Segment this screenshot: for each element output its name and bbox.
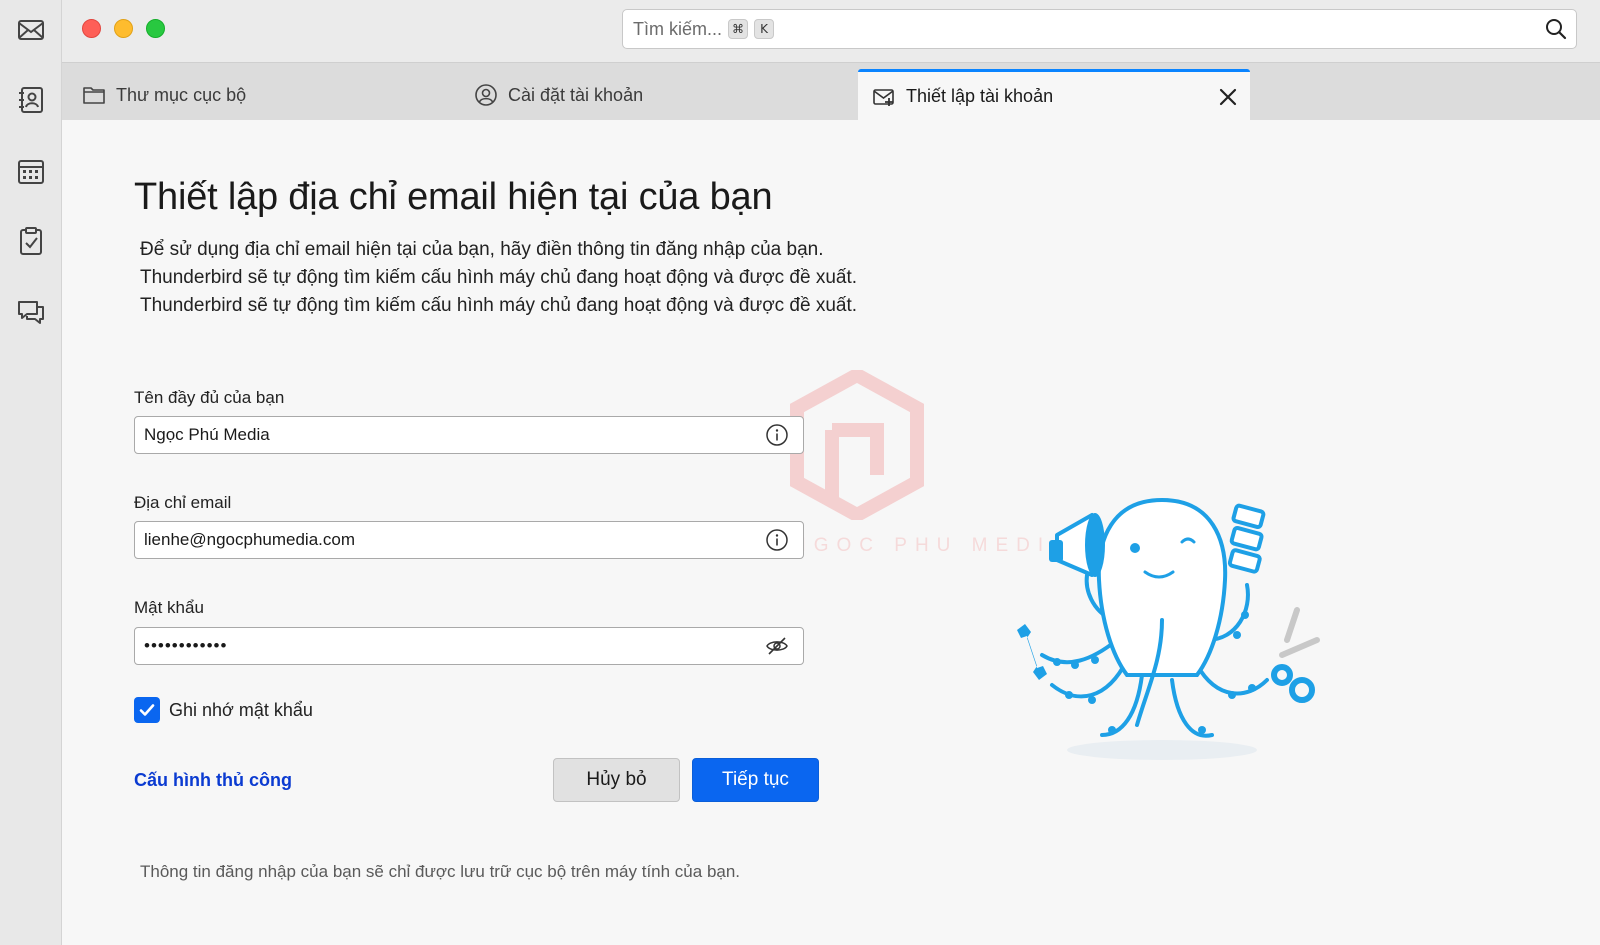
tab-label: Cài đặt tài khoản [508,84,644,105]
tasks-icon [20,227,42,255]
tasks-space-button[interactable] [8,218,54,264]
mail-space-button[interactable] [8,7,54,53]
address-book-icon [19,87,43,113]
chat-space-button[interactable] [8,289,54,335]
page-title: Thiết lập địa chỉ email hiện tại của bạn [134,176,773,218]
spaces-toolbar [0,0,62,945]
address-book-space-button[interactable] [8,77,54,123]
continue-button[interactable]: Tiếp tục [692,758,819,802]
account-setup-page: Thiết lập địa chỉ email hiện tại của bạn… [62,120,1600,945]
account-icon [475,84,497,106]
shortcut-key-cmd: ⌘ [728,19,748,39]
info-icon[interactable] [765,423,789,447]
tab-bar: Thư mục cục bộ Cài đặt tài khoản Thiết l… [62,62,1600,121]
calendar-space-button[interactable] [8,148,54,194]
email-value: lienhe@ngocphumedia.com [144,530,355,549]
info-icon[interactable] [765,528,789,552]
tab-account-settings[interactable]: Cài đặt tài khoản [474,69,889,121]
search-placeholder: Tìm kiếm... [633,18,722,39]
fullname-field[interactable]: Ngọc Phú Media [134,416,804,454]
email-field[interactable]: lienhe@ngocphumedia.com [134,521,804,559]
calendar-icon [18,160,44,184]
window-zoom-button[interactable] [146,19,165,38]
search-icon[interactable] [1544,17,1568,41]
window-minimize-button[interactable] [114,19,133,38]
remember-password-checkbox[interactable] [134,697,160,723]
tab-local-folders[interactable]: Thư mục cục bộ [80,69,470,121]
chat-icon [18,301,44,324]
mail-icon [18,20,44,40]
storage-note: Thông tin đăng nhập của bạn sẽ chỉ được … [140,862,741,881]
tab-label: Thiết lập tài khoản [906,86,1054,106]
octopus-mascot-illustration [1017,497,1320,760]
folder-icon [83,87,105,104]
password-value: •••••••••••• [144,636,228,655]
window-close-button[interactable] [82,19,101,38]
remember-password-label[interactable]: Ghi nhớ mật khẩu [169,700,313,721]
tab-account-setup[interactable]: Thiết lập tài khoản [858,69,1250,121]
shortcut-key-k: K [754,19,774,39]
email-label: Địa chỉ email [134,493,232,512]
global-search-input[interactable]: Tìm kiếm... ⌘ K [622,9,1577,49]
mail-setup-icon [873,88,894,106]
description-line: Thunderbird sẽ tự động tìm kiếm cấu hình… [140,295,858,316]
description-line: Thunderbird sẽ tự động tìm kiếm cấu hình… [140,267,858,288]
password-label: Mật khẩu [134,598,204,617]
tab-label: Thư mục cục bộ [116,84,247,105]
cancel-button[interactable]: Hủy bỏ [553,758,680,802]
close-icon[interactable] [1216,85,1240,109]
title-bar: Tìm kiếm... ⌘ K [62,0,1600,62]
fullname-label: Tên đầy đủ của bạn [134,388,285,407]
eye-slash-icon[interactable] [765,634,789,658]
page-description: Để sử dụng địa chỉ email hiện tại của bạ… [140,236,857,320]
checkmark-icon [139,704,155,716]
manual-config-link[interactable]: Cấu hình thủ công [134,770,292,791]
description-line: Để sử dụng địa chỉ email hiện tại của bạ… [140,239,824,260]
fullname-value: Ngọc Phú Media [144,425,270,444]
password-field[interactable]: •••••••••••• [134,627,804,665]
